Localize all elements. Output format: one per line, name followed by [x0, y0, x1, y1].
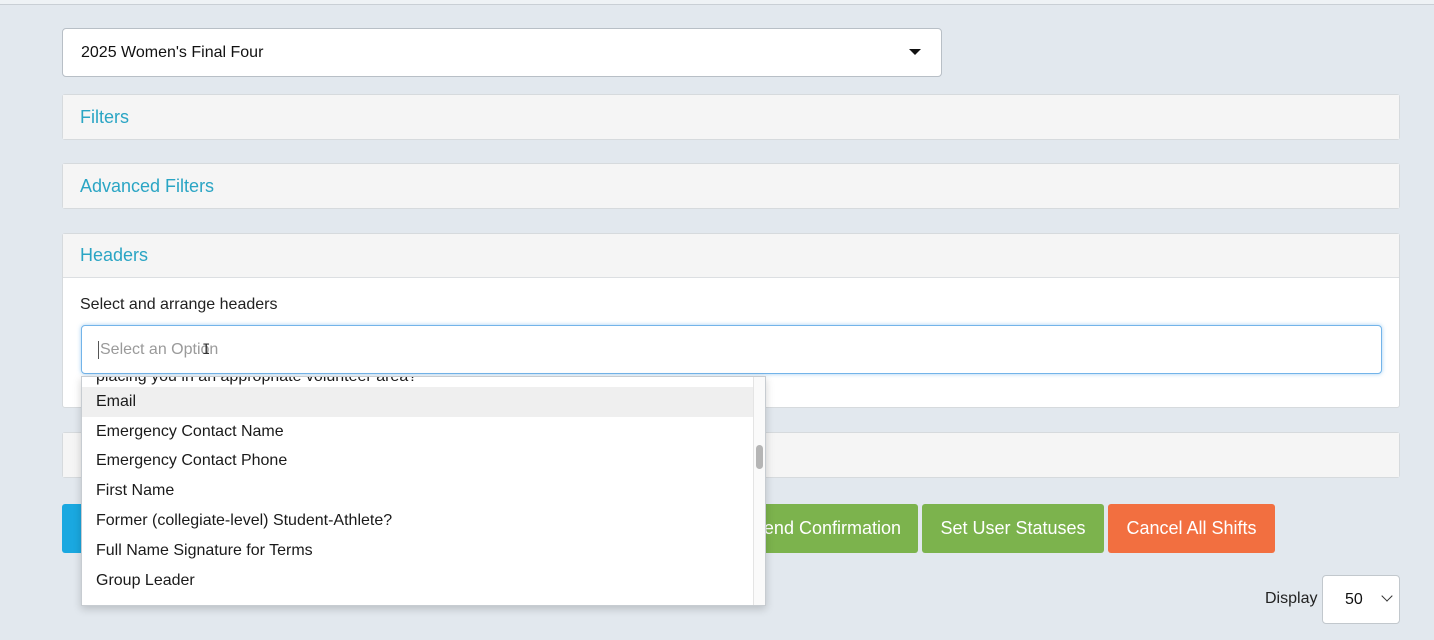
dropdown-option[interactable]: First Name: [82, 476, 754, 506]
dropdown-option[interactable]: Full Name Signature for Terms: [82, 536, 754, 566]
headers-panel-heading[interactable]: Headers: [63, 234, 1399, 278]
top-border: [0, 0, 1434, 5]
headers-label: Select and arrange headers: [80, 296, 278, 313]
headers-select-placeholder: Select an Option: [100, 340, 219, 358]
display-count-select[interactable]: 50: [1322, 575, 1400, 624]
filters-panel: Filters: [62, 94, 1400, 140]
ibeam-cursor-icon: I: [202, 342, 211, 358]
dropdown-option[interactable]: Emergency Contact Name: [82, 417, 754, 447]
display-count-value: 50: [1345, 590, 1363, 608]
advanced-filters-panel: Advanced Filters: [62, 163, 1400, 209]
dropdown-option[interactable]: Email: [82, 387, 754, 417]
display-label: Display: [1265, 590, 1318, 607]
text-caret: [98, 340, 99, 359]
chevron-down-icon: [1381, 590, 1393, 602]
dropdown-option[interactable]: Former (collegiate-level) Student-Athlet…: [82, 506, 754, 536]
headers-dropdown-list: placing you in an appropriate volunteer …: [82, 377, 754, 596]
dropdown-option[interactable]: Emergency Contact Phone: [82, 447, 754, 477]
dropdown-option[interactable]: placing you in an appropriate volunteer …: [82, 377, 754, 387]
cancel-all-shifts-button[interactable]: Cancel All Shifts: [1108, 504, 1275, 553]
event-select-value: 2025 Women's Final Four: [81, 43, 264, 61]
event-select[interactable]: 2025 Women's Final Four: [62, 28, 942, 77]
dropdown-scrollbar[interactable]: [753, 377, 765, 605]
headers-select-input[interactable]: Select an Option I: [81, 325, 1382, 374]
headers-panel-body: Select and arrange headers: [63, 278, 1399, 314]
filters-panel-heading[interactable]: Filters: [63, 95, 1399, 139]
set-user-statuses-button[interactable]: Set User Statuses: [922, 504, 1104, 553]
caret-down-icon: [909, 49, 921, 55]
dropdown-scroll-thumb[interactable]: [756, 445, 763, 469]
headers-dropdown: placing you in an appropriate volunteer …: [81, 376, 766, 606]
send-confirmation-button[interactable]: end Confirmation: [740, 504, 918, 553]
dropdown-option[interactable]: Group Leader: [82, 566, 754, 596]
advanced-filters-panel-heading[interactable]: Advanced Filters: [63, 164, 1399, 208]
